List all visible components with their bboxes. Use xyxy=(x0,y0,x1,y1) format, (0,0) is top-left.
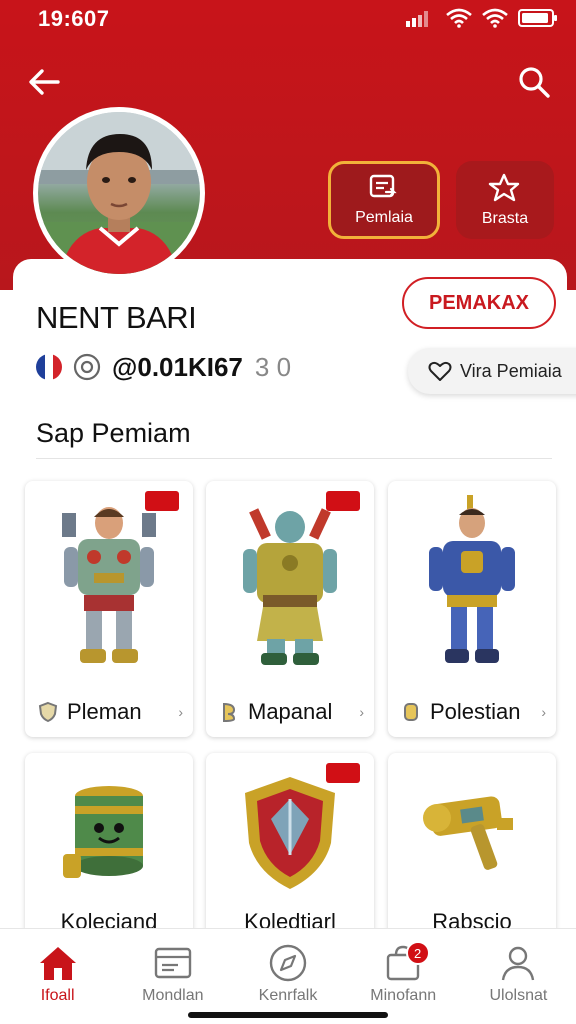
nav-label: Mondlan xyxy=(142,987,204,1004)
star-icon xyxy=(488,173,520,202)
green-giant-icon xyxy=(206,481,374,681)
avatar-photo xyxy=(38,112,200,274)
item-label: Mapanal xyxy=(248,699,333,724)
arrow-left-icon xyxy=(29,69,60,95)
nav-label: Ulolsnat xyxy=(489,987,548,1004)
new-badge xyxy=(326,763,360,783)
user-icon xyxy=(502,946,535,981)
barrel-icon xyxy=(25,753,193,913)
home-indicator xyxy=(188,1012,388,1018)
list-item[interactable]: Polestian › xyxy=(388,481,556,737)
chevron-right-icon: › xyxy=(178,704,183,720)
wishlist-button-label: Vira Pemiaia xyxy=(460,360,562,381)
inbox-icon xyxy=(369,174,397,198)
item-label: Polestian xyxy=(430,699,521,724)
profile-handle: @0.01KI67 xyxy=(112,351,243,382)
nav-item-profile[interactable]: Ulolsnat xyxy=(461,929,576,1024)
wifi-icon xyxy=(446,8,472,28)
item-label-row: Polestian › xyxy=(400,697,546,727)
item-type-icon xyxy=(223,702,236,723)
nav-label: Minofann xyxy=(370,987,437,1004)
signal-icon xyxy=(406,11,428,27)
chevron-right-icon: › xyxy=(541,704,546,720)
item-label-row: Pleman › xyxy=(37,697,183,727)
robot-warrior-icon xyxy=(25,481,193,681)
home-icon xyxy=(39,947,76,980)
status-bar: 19:607 xyxy=(0,0,576,40)
list-item[interactable]: Koleciand xyxy=(25,753,193,953)
avatar[interactable] xyxy=(33,107,205,279)
list-item[interactable]: Koledtiarl xyxy=(206,753,374,953)
new-badge xyxy=(145,491,179,511)
back-button[interactable] xyxy=(22,60,66,104)
nav-item-shop[interactable]: 2 Minofann xyxy=(346,929,461,1024)
notification-badge: 2 xyxy=(405,941,430,965)
nav-label: Ifoall xyxy=(40,987,75,1004)
status-icons xyxy=(406,8,558,28)
gold-key-icon xyxy=(388,753,556,913)
bottom-nav: Ifoall Mondlan Kenrfalk 2 Minofann Ulols… xyxy=(0,928,576,1024)
player-portrait xyxy=(38,112,200,274)
favorites-button-label: Brasta xyxy=(481,210,529,227)
nav-item-cards[interactable]: Mondlan xyxy=(115,929,230,1024)
blue-knight-icon xyxy=(388,481,556,681)
new-badge xyxy=(326,491,360,511)
messages-button[interactable]: Pemlaia xyxy=(328,161,440,239)
card-icon xyxy=(154,947,191,979)
at-sign-icon xyxy=(73,353,101,381)
list-item[interactable]: Rabscio xyxy=(388,753,556,953)
section-title: Sap Pemiam xyxy=(36,418,191,448)
messages-button-label: Pemlaia xyxy=(355,209,413,226)
list-item[interactable]: Pleman › xyxy=(25,481,193,737)
nav-item-explore[interactable]: Kenrfalk xyxy=(230,929,345,1024)
chevron-right-icon: › xyxy=(359,704,364,720)
follow-button[interactable]: PEMAKAX xyxy=(402,277,556,329)
item-type-icon xyxy=(38,701,58,723)
divider xyxy=(36,458,552,459)
heart-icon xyxy=(428,361,452,381)
status-time: 19:607 xyxy=(38,6,110,31)
favorites-button[interactable]: Brasta xyxy=(456,161,554,239)
nav-label: Kenrfalk xyxy=(258,987,318,1004)
profile-stats: @0.01KI67 3 0 xyxy=(36,350,291,384)
wishlist-button[interactable]: Vira Pemiaia xyxy=(408,348,576,394)
search-icon xyxy=(519,67,550,98)
list-item[interactable]: Mapanal › xyxy=(206,481,374,737)
item-type-icon xyxy=(404,703,418,721)
compass-icon xyxy=(269,944,307,982)
nav-item-home[interactable]: Ifoall xyxy=(0,929,115,1024)
item-label: Pleman xyxy=(67,699,142,724)
search-button[interactable] xyxy=(512,60,556,104)
wifi-icon xyxy=(482,8,508,28)
country-flag-icon xyxy=(36,354,62,380)
profile-name: NENT BARI xyxy=(36,300,197,335)
profile-handle-suffix: 3 0 xyxy=(254,351,292,382)
battery-icon xyxy=(518,9,557,27)
item-label-row: Mapanal › xyxy=(218,697,364,727)
